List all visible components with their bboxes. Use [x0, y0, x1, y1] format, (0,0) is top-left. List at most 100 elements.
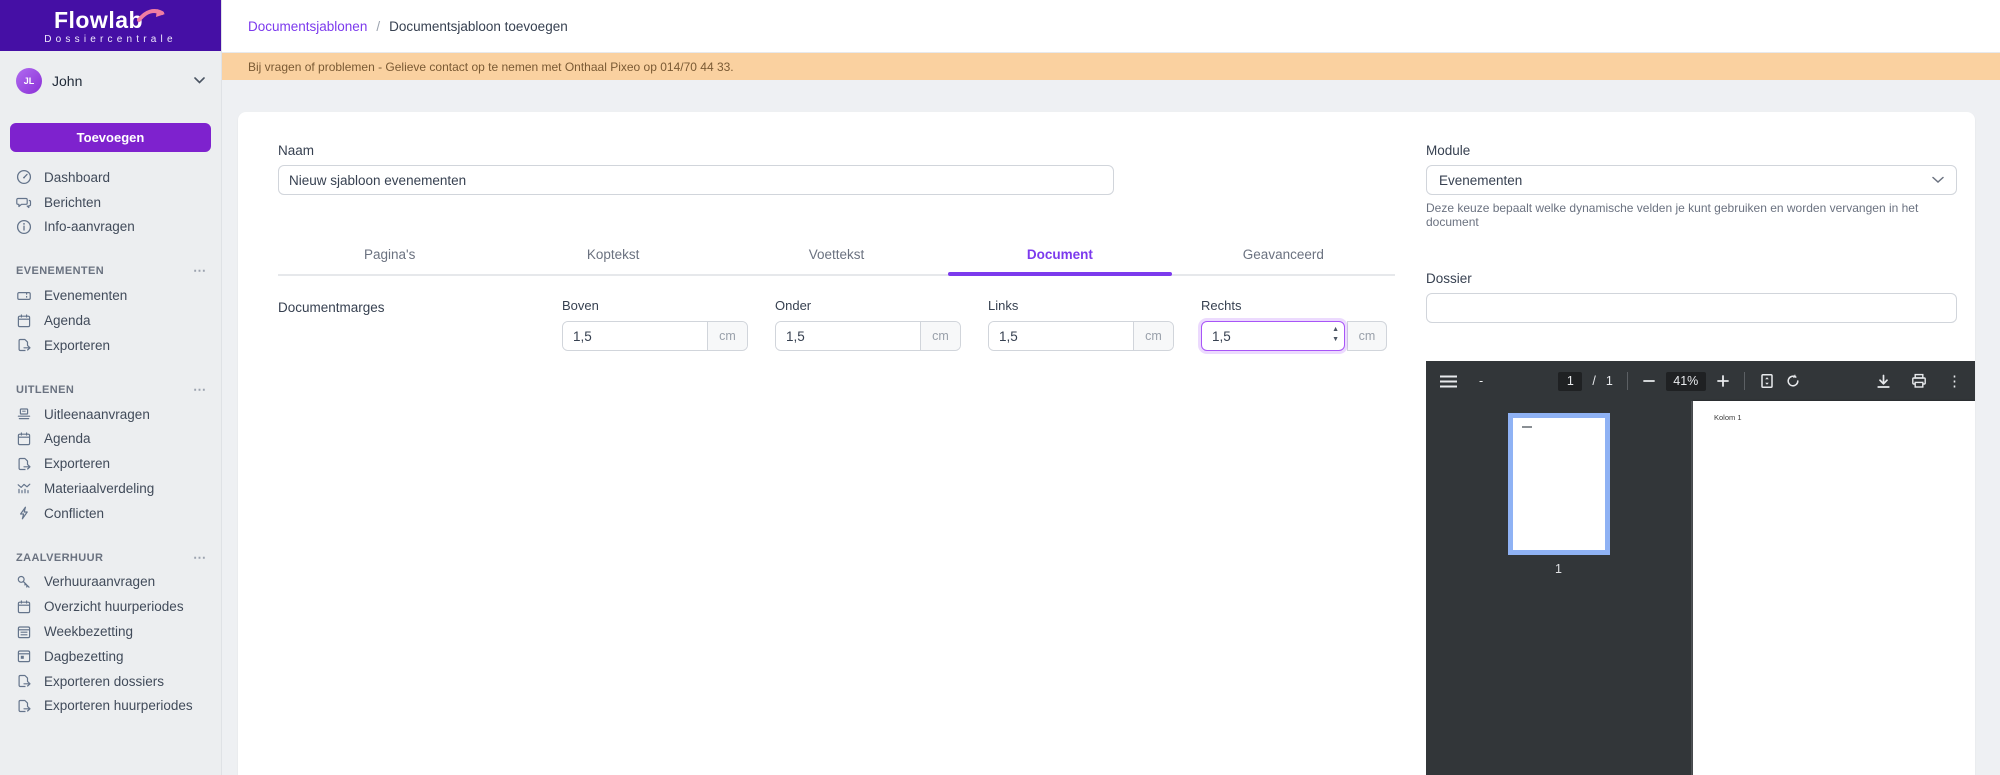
zoom-level-box[interactable]: 41%: [1666, 372, 1706, 391]
pdf-thumbnail-page-1[interactable]: [1508, 413, 1610, 555]
export-icon: [16, 698, 32, 714]
tab-koptekst[interactable]: Koptekst: [501, 239, 724, 274]
sidebar-item-evenementen[interactable]: Evenementen: [0, 283, 221, 308]
info-icon: [16, 219, 32, 235]
tab-geavanceerd[interactable]: Geavanceerd: [1172, 239, 1395, 274]
sidebar-item-label: Dashboard: [44, 170, 110, 185]
sidebar-item-exporteren-huurperiodes[interactable]: Exporteren huurperiodes: [0, 694, 221, 719]
sidebar-item-exporteren-evenementen[interactable]: Exporteren: [0, 333, 221, 358]
toolbar-divider: [1627, 372, 1628, 390]
module-select[interactable]: Evenementen: [1426, 165, 1957, 195]
sidebar-item-label: Berichten: [44, 195, 101, 210]
sidebar-item-label: Exporteren dossiers: [44, 674, 164, 689]
margin-label: Boven: [562, 298, 748, 313]
user-name: John: [52, 73, 82, 89]
sidebar-item-dashboard[interactable]: Dashboard: [0, 165, 221, 190]
margin-input-rechts[interactable]: [1201, 321, 1345, 351]
sidebar-item-agenda-uitlenen[interactable]: Agenda: [0, 426, 221, 451]
bolt-icon: [16, 505, 32, 521]
sidebar-item-label: Dagbezetting: [44, 649, 124, 664]
margin-field-boven: Boven cm: [562, 298, 748, 351]
print-icon[interactable]: [1911, 373, 1927, 389]
module-label: Module: [1426, 143, 1957, 158]
pdf-canvas[interactable]: Kolom 1: [1691, 401, 1975, 775]
section-uitlenen: UITLENEN ⋯: [0, 378, 221, 402]
export-icon: [16, 673, 32, 689]
brand-header: Flowlab Dossiercentrale: [0, 0, 221, 51]
zoom-out-icon[interactable]: [1642, 374, 1656, 388]
sidebar-item-exporteren-uitlenen[interactable]: Exporteren: [0, 451, 221, 476]
section-title: EVENEMENTEN: [16, 265, 104, 277]
pdf-menu-icon[interactable]: [1440, 375, 1457, 388]
document-margins-row: Documentmarges Boven cm Onder: [278, 298, 1414, 351]
form-card: Naam Pagina's Koptekst Voettekst Documen…: [238, 112, 1975, 775]
sidebar-item-label: Info-aanvragen: [44, 219, 135, 234]
main-area: Documentsjablonen / Documentsjabloon toe…: [222, 0, 2000, 775]
margin-input-onder[interactable]: [776, 322, 920, 350]
thumbnail-text-mark: [1522, 426, 1532, 428]
pdf-page-number-box[interactable]: 1: [1558, 372, 1582, 391]
more-options-icon[interactable]: ⋮: [1947, 374, 1962, 389]
section-menu-icon[interactable]: ⋯: [193, 382, 207, 398]
tab-paginas[interactable]: Pagina's: [278, 239, 501, 274]
sidebar-item-label: Overzicht huurperiodes: [44, 599, 184, 614]
breadcrumb-current: Documentsjabloon toevoegen: [389, 19, 568, 34]
section-menu-icon[interactable]: ⋯: [193, 550, 207, 566]
avatar: JL: [16, 68, 42, 94]
sidebar-item-conflicten[interactable]: Conflicten: [0, 501, 221, 526]
sidebar-item-label: Agenda: [44, 431, 91, 446]
calendar-week-icon: [16, 624, 32, 640]
gauge-icon: [16, 169, 32, 185]
number-spinner[interactable]: ▲▼: [1332, 325, 1339, 345]
section-evenementen: EVENEMENTEN ⋯: [0, 259, 221, 283]
unit-label: cm: [707, 322, 747, 350]
chevron-down-icon: [1932, 176, 1944, 184]
pdf-viewer: - 1 / 1 41%: [1426, 361, 1975, 775]
export-icon: [16, 456, 32, 472]
module-select-value: Evenementen: [1439, 173, 1522, 188]
sidebar-item-exporteren-dossiers[interactable]: Exporteren dossiers: [0, 669, 221, 694]
margin-input-boven[interactable]: [563, 322, 707, 350]
zoom-in-icon[interactable]: [1716, 374, 1730, 388]
sidebar-item-label: Verhuuraanvragen: [44, 574, 155, 589]
margin-input-links[interactable]: [989, 322, 1133, 350]
sidebar-nav: Dashboard Berichten Info-aanvragen EVENE…: [0, 165, 221, 718]
brand-arrow-icon: [137, 6, 167, 24]
sidebar-item-label: Materiaalverdeling: [44, 481, 154, 496]
sidebar-item-weekbezetting[interactable]: Weekbezetting: [0, 619, 221, 644]
sidebar-item-agenda-evenementen[interactable]: Agenda: [0, 308, 221, 333]
section-zaalverhuur: ZAALVERHUUR ⋯: [0, 546, 221, 570]
breadcrumb-link[interactable]: Documentsjablonen: [248, 19, 367, 34]
marges-label: Documentmarges: [278, 298, 562, 351]
pdf-toolbar: - 1 / 1 41%: [1426, 361, 1975, 401]
pdf-body: 1 Kolom 1: [1426, 401, 1975, 775]
sidebar-item-label: Uitleenaanvragen: [44, 407, 150, 422]
user-menu[interactable]: JL John: [0, 51, 221, 110]
breadcrumb-separator: /: [376, 19, 380, 34]
sidebar-item-materiaalverdeling[interactable]: Materiaalverdeling: [0, 476, 221, 501]
sidebar-item-verhuuraanvragen[interactable]: Verhuuraanvragen: [0, 570, 221, 595]
tab-voettekst[interactable]: Voettekst: [725, 239, 948, 274]
margin-field-rechts: Rechts ▲▼ cm: [1201, 298, 1387, 351]
dossier-input[interactable]: [1426, 293, 1957, 323]
margin-label: Links: [988, 298, 1174, 313]
section-menu-icon[interactable]: ⋯: [193, 263, 207, 279]
pdf-document-title: -: [1479, 374, 1483, 388]
chat-icon: [16, 194, 32, 210]
sidebar-item-dagbezetting[interactable]: Dagbezetting: [0, 644, 221, 669]
naam-input[interactable]: [278, 165, 1114, 195]
unit-label: cm: [920, 322, 960, 350]
sidebar-item-overzicht-huurperiodes[interactable]: Overzicht huurperiodes: [0, 594, 221, 619]
calendar-icon: [16, 599, 32, 615]
sidebar-item-info-aanvragen[interactable]: Info-aanvragen: [0, 215, 221, 240]
app-root: Flowlab Dossiercentrale JL John Toevoege…: [0, 0, 2000, 775]
fit-page-icon[interactable]: [1759, 373, 1775, 389]
dossier-label: Dossier: [1426, 271, 1957, 286]
download-icon[interactable]: [1876, 374, 1891, 389]
rotate-icon[interactable]: [1785, 373, 1801, 389]
sidebar-item-berichten[interactable]: Berichten: [0, 190, 221, 215]
unit-label: cm: [1133, 322, 1173, 350]
add-button[interactable]: Toevoegen: [10, 123, 211, 152]
tab-document[interactable]: Document: [948, 239, 1171, 274]
sidebar-item-uitleenaanvragen[interactable]: Uitleenaanvragen: [0, 402, 221, 427]
